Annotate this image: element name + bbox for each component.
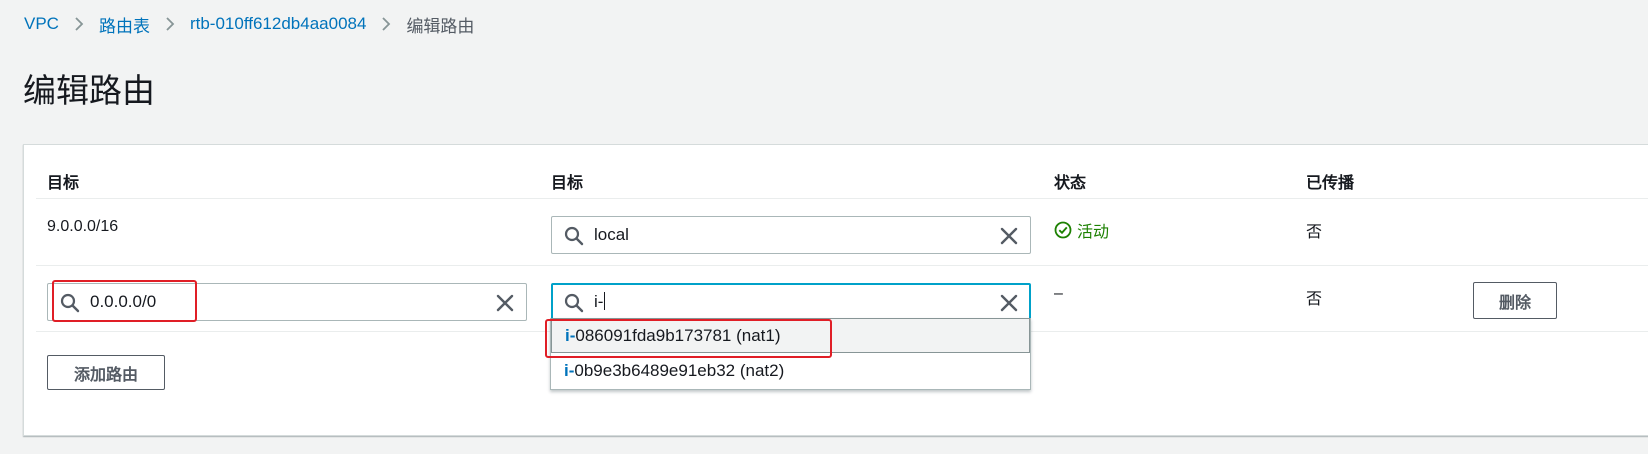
search-icon <box>564 293 584 313</box>
propagated-value: 否 <box>1306 291 1323 308</box>
search-icon <box>60 293 80 313</box>
chevron-right-icon <box>165 16 175 32</box>
target-suggestions-dropdown: i-086091fda9b173781 (nat1) i-0b9e3b6489e… <box>550 318 1031 390</box>
destination-input-value: 0.0.0.0/0 <box>90 292 157 311</box>
divider <box>36 198 1648 199</box>
target-input-value: local <box>594 225 629 244</box>
target-search-value: i- <box>594 292 606 311</box>
breadcrumb-route-tables[interactable]: 路由表 <box>99 12 150 37</box>
routes-panel: 目标 目标 状态 已传播 9.0.0.0/16 local 活动 否 0.0.0… <box>23 144 1648 436</box>
page-title: 编辑路由 <box>23 72 155 109</box>
text-caret <box>604 292 606 310</box>
status-badge: 活动 <box>1054 218 1109 242</box>
breadcrumb-current: 编辑路由 <box>406 16 475 36</box>
column-header-status: 状态 <box>1054 175 1087 192</box>
breadcrumb: VPC 路由表 rtb-010ff612db4aa0084 编辑路由 <box>24 12 474 36</box>
close-icon[interactable] <box>998 292 1020 314</box>
status-text: 活动 <box>1077 224 1110 241</box>
destination-cidr: 9.0.0.0/16 <box>47 218 119 235</box>
dropdown-option[interactable]: i-0b9e3b6489e91eb32 (nat2) <box>551 354 1030 389</box>
column-header-target: 目标 <box>551 175 584 192</box>
target-input[interactable]: local <box>551 216 1031 254</box>
search-icon <box>564 226 584 246</box>
chevron-right-icon <box>74 16 84 32</box>
close-icon[interactable] <box>494 292 516 314</box>
chevron-right-icon <box>381 16 391 32</box>
divider <box>36 265 1648 266</box>
status-value: – <box>1054 285 1063 302</box>
destination-input[interactable]: 0.0.0.0/0 <box>47 283 527 321</box>
target-search-input[interactable]: i- <box>551 283 1031 321</box>
close-icon[interactable] <box>998 225 1020 247</box>
remove-route-button[interactable]: 删除 <box>1473 282 1557 319</box>
column-header-propagated: 已传播 <box>1306 175 1355 192</box>
dropdown-option[interactable]: i-086091fda9b173781 (nat1) <box>551 318 1030 353</box>
breadcrumb-vpc[interactable]: VPC <box>24 14 59 34</box>
propagated-value: 否 <box>1306 224 1323 241</box>
breadcrumb-route-table-id[interactable]: rtb-010ff612db4aa0084 <box>190 14 366 34</box>
column-header-destination: 目标 <box>47 175 80 192</box>
add-route-button[interactable]: 添加路由 <box>47 355 165 390</box>
success-icon <box>1054 221 1072 239</box>
